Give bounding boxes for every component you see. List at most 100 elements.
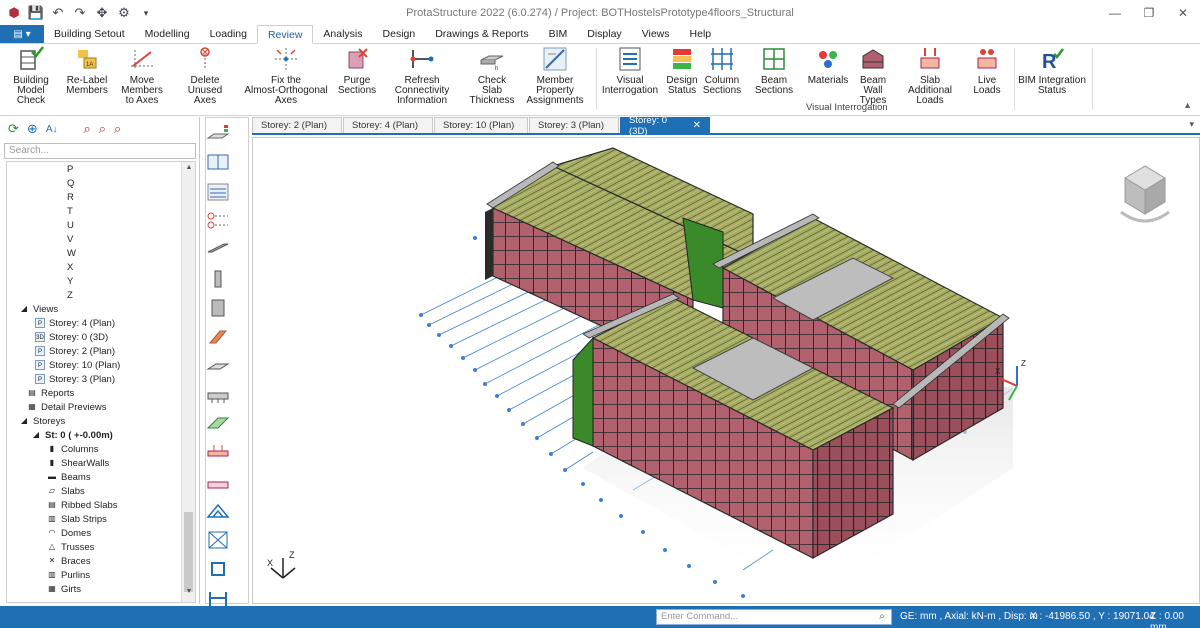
tree-item[interactable]: ▥ Purlins [7, 568, 195, 582]
tab-storey-4-plan[interactable]: Storey: 4 (Plan) [343, 117, 433, 133]
tree-item[interactable]: V [7, 232, 195, 246]
truss-tool-icon[interactable] [206, 501, 230, 521]
beam-wall-types-button[interactable]: Beam Wall Types [850, 46, 896, 106]
tree-item[interactable]: Z [7, 288, 195, 302]
tree-item[interactable]: △ Trusses [7, 540, 195, 554]
column-sections-button[interactable]: Column Sections [702, 46, 742, 96]
customize-icon[interactable]: ▾ [136, 3, 156, 23]
refresh-icon[interactable]: ⟳ [8, 121, 19, 137]
tab-analysis[interactable]: Analysis [313, 25, 372, 43]
tree-item[interactable]: ▥ Slab Strips [7, 512, 195, 526]
tree-item[interactable]: ▮ ShearWalls [7, 456, 195, 470]
tree-item[interactable]: U [7, 218, 195, 232]
find-next-icon[interactable]: ⌕ [99, 121, 106, 137]
tree-item[interactable]: ▦ Detail Previews [7, 400, 195, 414]
column-tool-icon[interactable] [206, 269, 230, 289]
tree-item[interactable]: ▱ Slabs [7, 484, 195, 498]
foundation-tool-icon[interactable] [206, 472, 230, 492]
move-members-button[interactable]: Move Members to Axes [112, 46, 172, 106]
tree-item[interactable]: X [7, 260, 195, 274]
design-status-button[interactable]: Design Status [664, 46, 700, 96]
tree-search-input[interactable]: Search... [4, 143, 196, 159]
view-cube[interactable] [1120, 165, 1170, 223]
command-search-icon[interactable]: ⌕ [875, 610, 889, 624]
purge-sections-button[interactable]: Purge Sections [338, 46, 376, 96]
tab-storey-0-3d[interactable]: Storey: 0 (3D) ✕ [620, 115, 710, 137]
tree-item[interactable]: Q [7, 176, 195, 190]
undo-icon[interactable]: ↶ [48, 3, 68, 23]
restore-button[interactable]: ❐ [1132, 0, 1166, 26]
tree-item[interactable]: P [7, 162, 195, 176]
slab-tool-icon[interactable] [206, 356, 230, 376]
tree-item[interactable]: P Storey: 10 (Plan) [7, 358, 195, 372]
member-list-icon[interactable] [206, 182, 230, 202]
tree-item[interactable]: T [7, 204, 195, 218]
tab-display[interactable]: Display [577, 25, 631, 43]
tab-bim[interactable]: BIM [539, 25, 578, 43]
tab-loading[interactable]: Loading [200, 25, 257, 43]
save-icon[interactable]: 💾 [26, 3, 46, 23]
plan-view-icon[interactable] [206, 153, 230, 173]
scroll-up-icon[interactable]: ▲ [182, 164, 195, 176]
delete-unused-axes-button[interactable]: Delete Unused Axes [178, 46, 232, 106]
find-icon[interactable]: ⌕ [83, 121, 90, 137]
fix-orthogonal-axes-button[interactable]: Fix the Almost-Orthogonal Axes [238, 46, 334, 106]
tree-item[interactable]: ▤ Ribbed Slabs [7, 498, 195, 512]
tree-item[interactable]: Y [7, 274, 195, 288]
tree-item[interactable]: R [7, 190, 195, 204]
visual-interrogation-button[interactable]: Visual Interrogation [602, 46, 658, 96]
tab-drawings-reports[interactable]: Drawings & Reports [425, 25, 538, 43]
3d-viewport[interactable]: X Z X Z [252, 137, 1200, 604]
tree-item[interactable]: ▤ Reports [7, 386, 195, 400]
tab-design[interactable]: Design [373, 25, 426, 43]
app-logo-icon[interactable]: ⬢ [4, 3, 24, 23]
refresh-connectivity-button[interactable]: Refresh Connectivity Information [380, 46, 464, 106]
tab-help[interactable]: Help [680, 25, 722, 43]
tree-item[interactable]: P Storey: 4 (Plan) [7, 316, 195, 330]
materials-button[interactable]: Materials [808, 46, 848, 86]
brace-tool-icon[interactable] [206, 530, 230, 550]
building-model-check-button[interactable]: Building Model Check [4, 46, 58, 106]
tree-item[interactable]: P Storey: 3 (Plan) [7, 372, 195, 386]
tree-item[interactable]: P Storey: 2 (Plan) [7, 344, 195, 358]
tab-storey-3-plan[interactable]: Storey: 3 (Plan) [529, 117, 619, 133]
tree-item[interactable]: 3D Storey: 0 (3D) [7, 330, 195, 344]
sort-icon[interactable]: A↓ [46, 124, 58, 135]
file-menu-button[interactable]: ▤ ▾ [0, 25, 44, 43]
tab-review[interactable]: Review [256, 25, 314, 44]
shear-wall-tool-icon[interactable] [206, 298, 230, 318]
settings-icon[interactable]: ⚙ [114, 3, 134, 23]
purlin-tool-icon[interactable] [206, 559, 230, 579]
tree-scrollbar[interactable]: ▲ ▼ [181, 162, 195, 602]
check-slab-thickness-button[interactable]: h Check Slab Thickness [468, 46, 516, 106]
tree-item[interactable]: W [7, 246, 195, 260]
live-loads-button[interactable]: Live Loads [964, 46, 1010, 96]
ribbed-slab-tool-icon[interactable] [206, 385, 230, 405]
tab-storey-10-plan[interactable]: Storey: 10 (Plan) [434, 117, 528, 133]
girt-tool-icon[interactable] [206, 588, 230, 608]
tools-icon[interactable]: ✥ [92, 3, 112, 23]
wall-load-tool-icon[interactable] [206, 327, 230, 347]
tree-item[interactable]: ▮ Columns [7, 442, 195, 456]
storey-levels-icon[interactable] [206, 124, 230, 144]
command-input[interactable]: Enter Command... ⌕ [656, 609, 892, 625]
beam-sections-button[interactable]: Beam Sections [744, 46, 804, 96]
tree-item[interactable]: ✕ Braces [7, 554, 195, 568]
tree-item[interactable]: ◠ Domes [7, 526, 195, 540]
tree-item[interactable]: ▦ Girts [7, 582, 195, 596]
tab-modelling[interactable]: Modelling [135, 25, 200, 43]
tab-views[interactable]: Views [632, 25, 680, 43]
globe-icon[interactable]: ⊕ [27, 121, 38, 137]
grid-axes-icon[interactable] [206, 211, 230, 231]
ribbon-collapse-button[interactable]: ▲ [1183, 100, 1192, 110]
tree-item[interactable]: ◢ St: 0 ( +-0.00m) [7, 428, 195, 442]
slab-additional-loads-button[interactable]: Slab Additional Loads [900, 46, 960, 106]
redo-icon[interactable]: ↷ [70, 3, 90, 23]
scroll-down-icon[interactable]: ▼ [182, 588, 195, 600]
tab-list-dropdown[interactable]: ▾ [1189, 119, 1194, 130]
tree-item[interactable]: ◢ Views [7, 302, 195, 316]
tab-storey-2-plan[interactable]: Storey: 2 (Plan) [252, 117, 342, 133]
member-property-button[interactable]: Member Property Assignments [520, 46, 590, 106]
tab-building-setout[interactable]: Building Setout [44, 25, 135, 43]
beam-load-tool-icon[interactable] [206, 443, 230, 463]
